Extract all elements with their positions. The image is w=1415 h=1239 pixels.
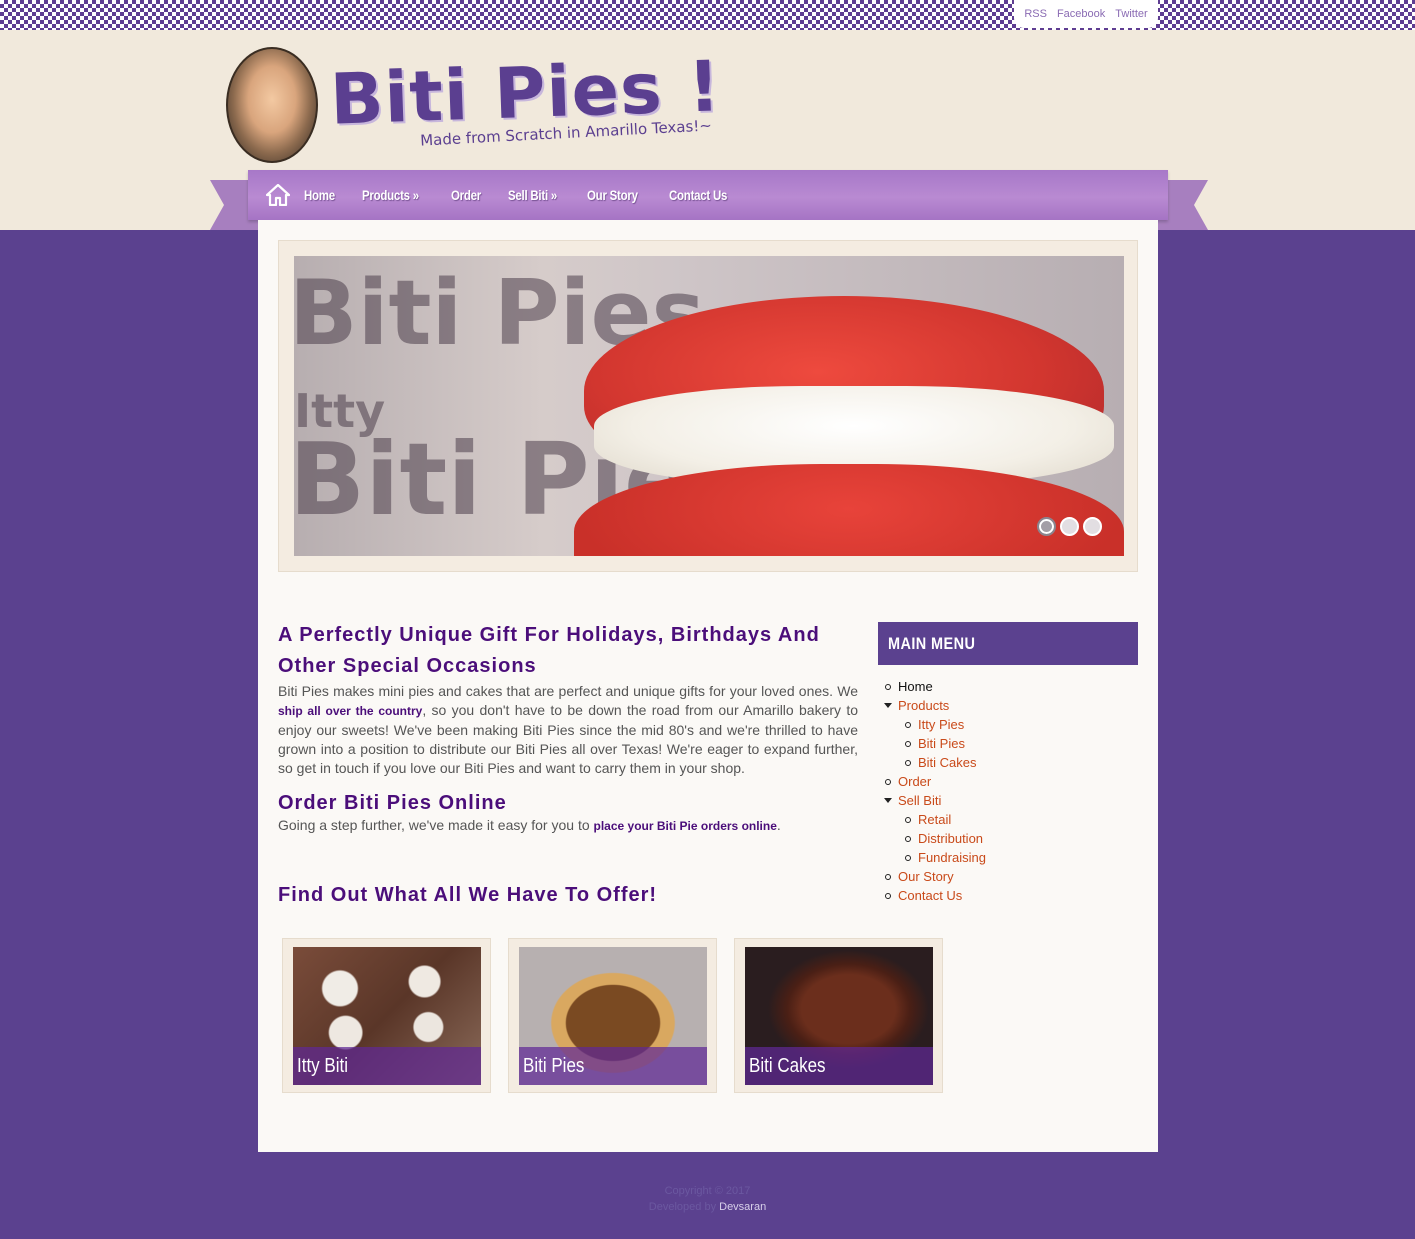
intro-paragraph: Biti Pies makes mini pies and cakes that… — [278, 682, 858, 778]
bullet-icon — [885, 893, 891, 899]
nav-products[interactable]: Products » — [362, 187, 419, 203]
ship-link[interactable]: ship all over the country — [278, 704, 422, 718]
bullet-icon — [905, 722, 911, 728]
tile-caption: Itty Biti — [293, 1047, 481, 1085]
intro-heading: A Perfectly Unique Gift For Holidays, Bi… — [278, 624, 820, 677]
order-heading: Order Biti Pies Online — [278, 792, 507, 814]
sidebar: MAIN MENU Home Products Itty Pies Biti P… — [878, 622, 1138, 905]
sidebar-link[interactable]: Our Story — [898, 869, 954, 884]
twitter-link[interactable]: Twitter — [1115, 8, 1147, 20]
intro-text-1: Biti Pies makes mini pies and cakes that… — [278, 683, 858, 699]
sidebar-item-distribution[interactable]: Distribution — [878, 829, 1138, 848]
intro-section: A Perfectly Unique Gift For Holidays, Bi… — [278, 620, 858, 778]
sidebar-item-biti-cakes[interactable]: Biti Cakes — [878, 753, 1138, 772]
offer-section: Find Out What All We Have To Offer! — [278, 880, 858, 911]
sidebar-link[interactable]: Products — [898, 698, 949, 713]
sidebar-link[interactable]: Home — [898, 679, 933, 694]
order-paragraph-wrap: Going a step further, we've made it easy… — [278, 816, 858, 836]
tile-caption-text: Itty Biti — [297, 1055, 349, 1077]
tile-caption-text: Biti Cakes — [749, 1055, 826, 1077]
sidebar-link[interactable]: Biti Pies — [918, 736, 965, 751]
sidebar-item-products[interactable]: Products — [878, 696, 1138, 715]
bullet-icon — [885, 779, 891, 785]
order-text-2: . — [776, 817, 781, 833]
social-links: RSS Facebook Twitter — [1014, 0, 1158, 28]
developed-by: Developed by Devsaran — [0, 1199, 1415, 1215]
product-tile-biti-cakes[interactable]: Biti Cakes — [734, 938, 943, 1093]
sidebar-item-order[interactable]: Order — [878, 772, 1138, 791]
product-tile-itty-biti[interactable]: Itty Biti — [282, 938, 491, 1093]
bullet-icon — [905, 836, 911, 842]
order-paragraph: Going a step further, we've made it easy… — [278, 816, 858, 836]
nav-home[interactable]: Home — [304, 187, 335, 203]
nav-order[interactable]: Order — [451, 187, 481, 203]
sidebar-link[interactable]: Order — [898, 774, 931, 789]
expand-triangle-icon[interactable] — [884, 798, 892, 803]
sidebar-link[interactable]: Contact Us — [898, 888, 962, 903]
rss-link[interactable]: RSS — [1024, 8, 1047, 20]
bullet-icon — [885, 684, 891, 690]
order-section: Order Biti Pies Online — [278, 788, 858, 819]
nav-sell-biti[interactable]: Sell Biti » — [508, 187, 557, 203]
checker-strip — [0, 0, 1415, 30]
slider-dot-3[interactable] — [1083, 517, 1102, 536]
tile-image[interactable]: Biti Cakes — [745, 947, 933, 1085]
nav-contact-us[interactable]: Contact Us — [669, 187, 727, 203]
tile-caption: Biti Pies — [519, 1047, 707, 1085]
sidebar-link[interactable]: Retail — [918, 812, 951, 827]
sidebar-item-retail[interactable]: Retail — [878, 810, 1138, 829]
sidebar-link[interactable]: Distribution — [918, 831, 983, 846]
logo-child-photo[interactable] — [226, 47, 318, 163]
sidebar-item-biti-pies[interactable]: Biti Pies — [878, 734, 1138, 753]
bullet-icon — [905, 855, 911, 861]
sidebar-item-itty-pies[interactable]: Itty Pies — [878, 715, 1138, 734]
bullet-icon — [905, 760, 911, 766]
sidebar-item-sell-biti[interactable]: Sell Biti — [878, 791, 1138, 810]
sidebar-item-contact-us[interactable]: Contact Us — [878, 886, 1138, 905]
product-tile-biti-pies[interactable]: Biti Pies — [508, 938, 717, 1093]
copyright-text: Copyright © 2017 — [664, 1185, 751, 1197]
offer-heading: Find Out What All We Have To Offer! — [278, 884, 658, 906]
tile-image[interactable]: Biti Pies — [519, 947, 707, 1085]
order-online-link[interactable]: place your Biti Pie orders online — [594, 819, 777, 833]
sidebar-heading: MAIN MENU — [878, 622, 1138, 665]
tile-caption-text: Biti Pies — [523, 1055, 585, 1077]
nav-our-story[interactable]: Our Story — [587, 187, 638, 203]
sidebar-item-home[interactable]: Home — [878, 677, 1138, 696]
sidebar-link[interactable]: Fundraising — [918, 850, 986, 865]
footer: Copyright © 2017 Developed by Devsaran — [0, 1183, 1415, 1215]
slider-dot-1[interactable] — [1037, 517, 1056, 536]
home-icon[interactable] — [266, 184, 290, 206]
sidebar-item-our-story[interactable]: Our Story — [878, 867, 1138, 886]
bullet-icon — [885, 874, 891, 880]
slider-pagination — [1037, 517, 1102, 536]
slide-image[interactable]: Biti Pies Itty Biti Pie — [294, 256, 1124, 556]
slider-dot-2[interactable] — [1060, 517, 1079, 536]
order-text-1: Going a step further, we've made it easy… — [278, 817, 594, 833]
slider: Biti Pies Itty Biti Pie — [278, 240, 1138, 572]
bullet-icon — [905, 741, 911, 747]
sidebar-heading-text: MAIN MENU — [888, 634, 976, 653]
tile-caption: Biti Cakes — [745, 1047, 933, 1085]
sidebar-link[interactable]: Sell Biti — [898, 793, 941, 808]
sidebar-item-fundraising[interactable]: Fundraising — [878, 848, 1138, 867]
expand-triangle-icon[interactable] — [884, 703, 892, 708]
facebook-link[interactable]: Facebook — [1057, 8, 1105, 20]
developed-label: Developed by — [648, 1201, 720, 1213]
main-nav: Home Products » Order Sell Biti » Our St… — [248, 170, 1168, 220]
sidebar-menu: Home Products Itty Pies Biti Pies Biti C… — [878, 677, 1138, 905]
sidebar-link[interactable]: Itty Pies — [918, 717, 964, 732]
tile-image[interactable]: Itty Biti — [293, 947, 481, 1085]
content-card: Biti Pies Itty Biti Pie A Perfectly Uniq… — [258, 220, 1158, 1152]
developer-link[interactable]: Devsaran — [719, 1201, 766, 1213]
sidebar-link[interactable]: Biti Cakes — [918, 755, 977, 770]
bullet-icon — [905, 817, 911, 823]
